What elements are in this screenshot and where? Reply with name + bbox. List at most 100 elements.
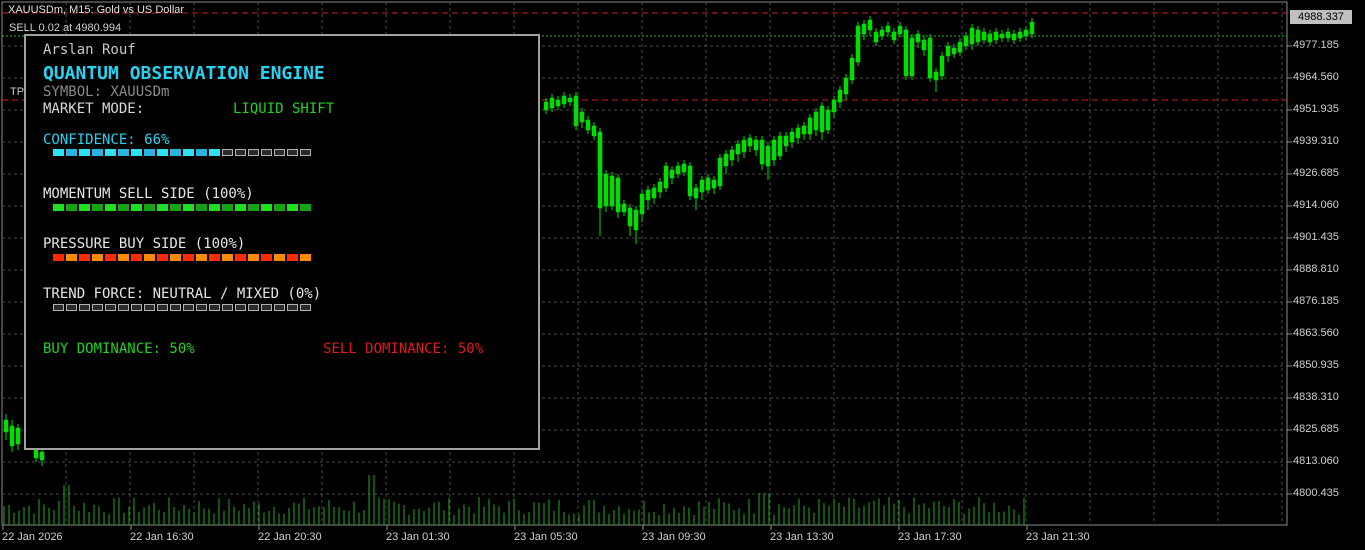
bar-segment [196, 149, 207, 156]
candle-body [663, 165, 669, 189]
bar-segment [66, 149, 77, 156]
bar-segment [157, 204, 168, 211]
bar-segment [92, 304, 103, 311]
bar-segment [209, 304, 220, 311]
bar-segment [79, 204, 90, 211]
candle-body [3, 419, 9, 433]
bar-segment [248, 204, 259, 211]
candle-body [753, 139, 759, 151]
price-label: 4800.435 [1293, 487, 1339, 499]
candle-body [1029, 21, 1035, 35]
candle-body [711, 179, 717, 189]
bar-segment [300, 304, 311, 311]
price-label: 4888.810 [1293, 263, 1339, 275]
bar-segment [261, 149, 272, 156]
candle-body [9, 425, 15, 447]
price-label: 4914.060 [1293, 199, 1339, 211]
pressure-label: PRESSURE BUY SIDE (100%) [43, 236, 246, 252]
candle-body [795, 127, 801, 139]
bar-segment [274, 254, 285, 261]
current-price-badge: 4988.337 [1290, 10, 1352, 24]
candle-body [891, 31, 897, 41]
panel-author: Arslan Rouf [43, 42, 136, 58]
bar-segment [118, 204, 129, 211]
open-order-label[interactable]: SELL 0.02 at 4980.994 [9, 22, 121, 34]
bar-segment [274, 204, 285, 211]
candle-body [879, 29, 885, 37]
time-label: 23 Jan 13:30 [770, 531, 834, 543]
candle-body [579, 111, 585, 123]
bar-segment [287, 254, 298, 261]
candle-body [603, 173, 609, 207]
candle-body [555, 99, 561, 107]
trend-force-label: TREND FORCE: NEUTRAL / MIXED (0%) [43, 286, 322, 302]
bar-segment [287, 149, 298, 156]
candle-body [669, 169, 675, 179]
candle-body [759, 139, 765, 165]
bar-segment [183, 304, 194, 311]
bar-segment [183, 204, 194, 211]
panel-symbol: SYMBOL: XAUUSDm [43, 84, 170, 100]
chart-symbol-header: XAUUSDm, M15: Gold vs US Dollar [8, 4, 185, 16]
confidence-bar [53, 149, 311, 156]
bar-segment [79, 304, 90, 311]
bar-segment [183, 149, 194, 156]
candle-body [681, 163, 687, 173]
candle-body [573, 95, 579, 127]
bar-segment [287, 304, 298, 311]
pressure-bar [53, 254, 311, 261]
bar-segment [131, 149, 142, 156]
bar-segment [118, 149, 129, 156]
bar-segment [118, 254, 129, 261]
bar-segment [170, 254, 181, 261]
price-label: 4876.185 [1293, 295, 1339, 307]
candle-body [735, 143, 741, 155]
candle-body [969, 27, 975, 45]
time-label: 23 Jan 17:30 [898, 531, 962, 543]
bar-segment [222, 204, 233, 211]
bar-segment [144, 304, 155, 311]
candle-body [699, 179, 705, 193]
bar-segment [183, 254, 194, 261]
price-label: 4813.060 [1293, 455, 1339, 467]
bar-segment [144, 204, 155, 211]
candle-body [693, 187, 699, 199]
candle-body [999, 33, 1005, 39]
buy-dominance: BUY DOMINANCE: 50% [43, 341, 195, 357]
candle-body [945, 45, 951, 57]
time-label: 23 Jan 09:30 [642, 531, 706, 543]
bar-segment [66, 304, 77, 311]
sell-dominance: SELL DOMINANCE: 50% [323, 341, 484, 357]
candle-body [801, 125, 807, 135]
time-label: 22 Jan 20:30 [258, 531, 322, 543]
candle-body [765, 145, 771, 167]
bar-segment [274, 304, 285, 311]
trend-force-bar [53, 304, 311, 311]
time-label: 23 Jan 01:30 [386, 531, 450, 543]
price-label: 4939.310 [1293, 135, 1339, 147]
bar-segment [66, 254, 77, 261]
bar-segment [105, 304, 116, 311]
bar-segment [157, 254, 168, 261]
candle-body [567, 97, 573, 103]
candle-body [975, 29, 981, 43]
bar-segment [144, 254, 155, 261]
bar-segment [222, 254, 233, 261]
candle-body [615, 177, 621, 213]
candle-body [585, 119, 591, 131]
candle-body [591, 125, 597, 137]
candle-body [657, 181, 663, 193]
candle-body [747, 137, 753, 147]
bar-segment [261, 304, 272, 311]
bar-segment [53, 304, 64, 311]
candle-body [807, 117, 813, 135]
candle-body [837, 89, 843, 103]
candle-body [957, 41, 963, 53]
candle-body [867, 19, 873, 31]
candle-body [1011, 33, 1017, 41]
bar-segment [235, 204, 246, 211]
candle-body [645, 189, 651, 201]
bar-segment [261, 204, 272, 211]
bar-segment [66, 204, 77, 211]
candle-body [993, 31, 999, 41]
